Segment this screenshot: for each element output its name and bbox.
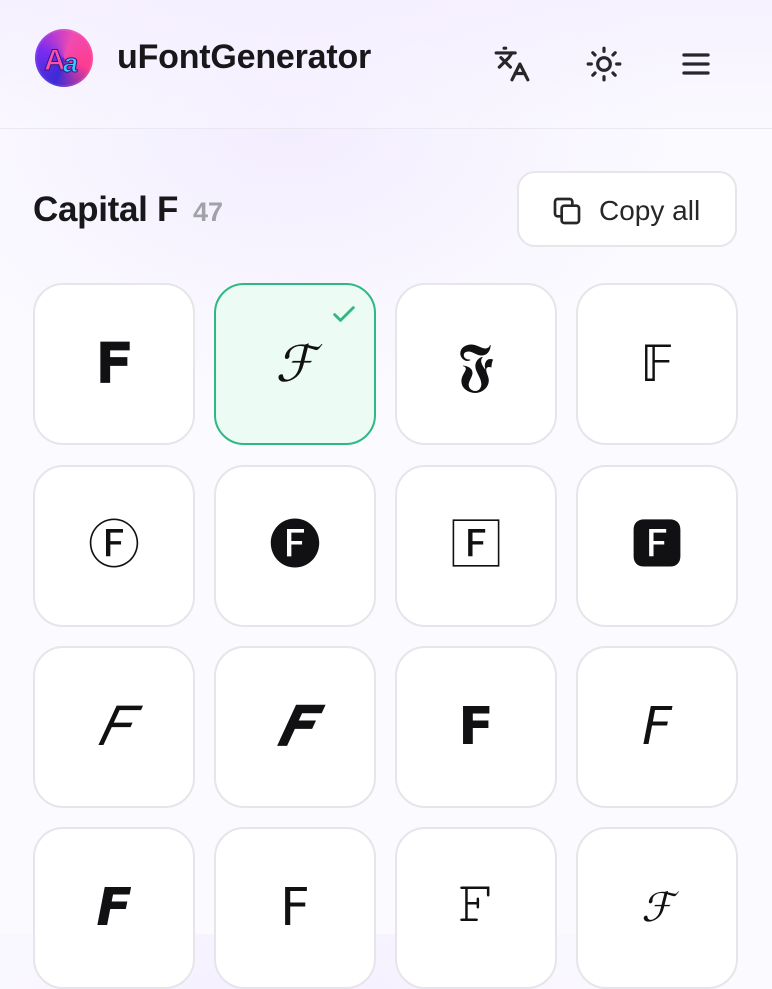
sun-icon	[586, 46, 622, 82]
app-title[interactable]: uFontGenerator	[117, 38, 371, 77]
glyph-char: 𝐹	[97, 697, 131, 757]
glyph-card[interactable]: 𝖥	[214, 827, 376, 989]
glyph-char: 🄵	[449, 517, 502, 575]
copy-all-label: Copy all	[599, 195, 701, 226]
glyph-card[interactable]: 🅵	[576, 465, 738, 627]
logo-aa-icon: A a	[44, 44, 79, 79]
glyph-card[interactable]: 🅕	[214, 465, 376, 627]
glyph-card[interactable]: 𝑭	[214, 646, 376, 808]
glyph-card-selected[interactable]: ℱ	[214, 283, 376, 445]
glyph-card[interactable]: 𝐅	[33, 283, 195, 445]
glyph-char: 𝙁	[96, 879, 132, 937]
app-logo[interactable]: A a	[35, 29, 93, 87]
glyph-count: 47	[193, 197, 224, 227]
glyph-card[interactable]: 𝐹	[33, 646, 195, 808]
glyph-char: 🅕	[268, 517, 321, 575]
glyph-card[interactable]: 𝘍	[576, 646, 738, 808]
svg-text:a: a	[63, 48, 78, 78]
glyph-card[interactable]: 🄵	[395, 465, 557, 627]
glyph-char: 𝐅	[96, 334, 132, 394]
glyph-card[interactable]: 𝗙	[395, 646, 557, 808]
app-header: A a uFontGenerator	[0, 0, 772, 129]
menu-icon	[682, 53, 710, 75]
glyph-card[interactable]: Ⓕ	[33, 465, 195, 627]
language-button[interactable]	[488, 40, 536, 88]
glyph-char: 𝔽	[640, 335, 674, 393]
glyph-card[interactable]: 𝕱	[395, 283, 557, 445]
menu-button[interactable]	[672, 40, 720, 88]
glyph-card[interactable]: 𝙵	[395, 827, 557, 989]
glyph-char: 𝑭	[277, 697, 313, 757]
theme-toggle-button[interactable]	[580, 40, 628, 88]
copy-all-button[interactable]: Copy all	[517, 171, 737, 247]
glyph-char: 𝖥	[280, 879, 310, 937]
translate-icon	[494, 46, 530, 82]
glyph-char: 🅵	[630, 517, 683, 575]
glyph-card[interactable]: 𝙁	[33, 827, 195, 989]
glyph-char: Ⓕ	[87, 517, 140, 575]
glyph-char: 𝙵	[457, 878, 495, 937]
check-icon	[333, 306, 355, 322]
glyph-card[interactable]: ℱ	[576, 827, 738, 989]
copy-icon	[553, 197, 581, 225]
glyph-char: 𝘍	[642, 698, 672, 756]
glyph-char: 𝕱	[458, 330, 494, 398]
glyph-char: ℱ	[275, 335, 315, 393]
glyph-char: ℱ	[641, 885, 673, 931]
section-title: Capital F	[33, 190, 179, 229]
glyph-card[interactable]: 𝔽	[576, 283, 738, 445]
glyph-char: 𝗙	[458, 698, 494, 756]
